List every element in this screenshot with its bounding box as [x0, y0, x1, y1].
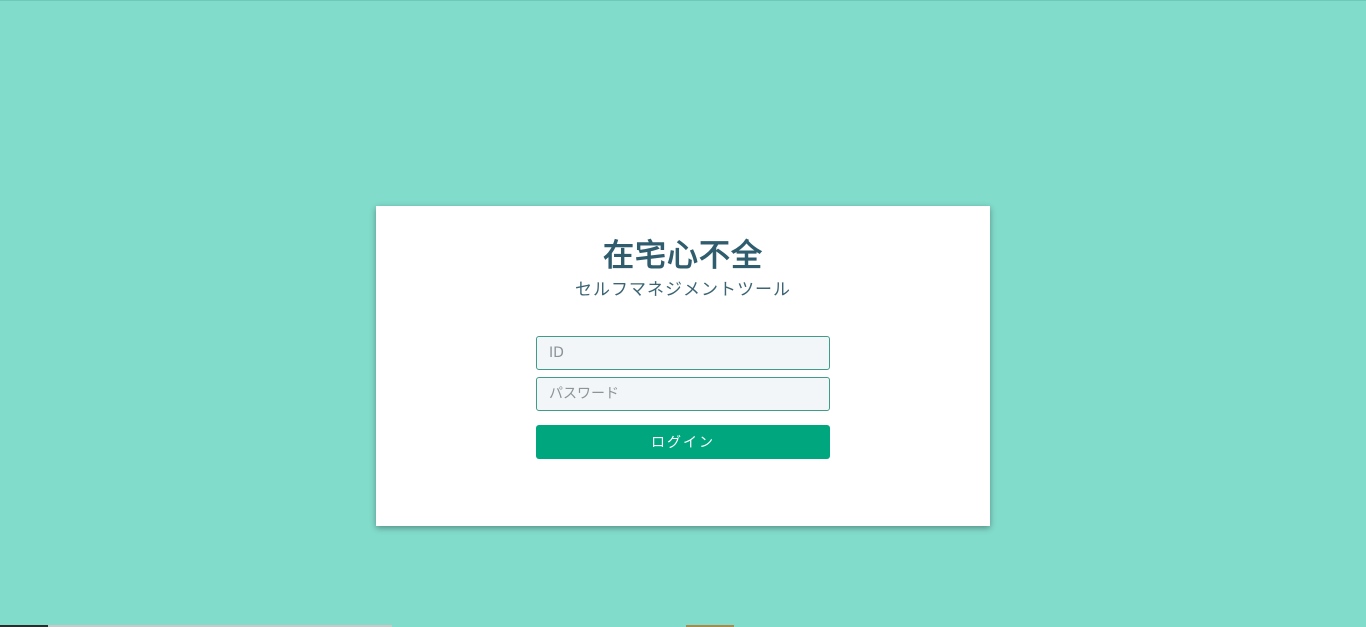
login-button[interactable]: ログイン	[536, 425, 830, 459]
password-input[interactable]	[536, 377, 830, 411]
app-title: 在宅心不全	[603, 238, 763, 274]
id-input[interactable]	[536, 336, 830, 370]
app-subtitle: セルフマネジメントツール	[575, 280, 791, 300]
login-card: 在宅心不全 セルフマネジメントツール ログイン	[376, 206, 990, 526]
top-border	[0, 0, 1366, 1]
